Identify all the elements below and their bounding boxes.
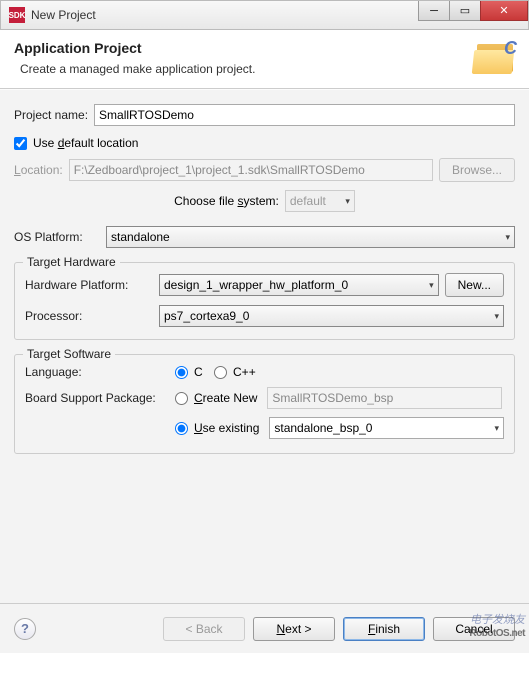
hardware-platform-label: Hardware Platform: <box>25 278 159 292</box>
target-software-legend: Target Software <box>23 347 115 361</box>
location-label: Location: <box>14 163 63 177</box>
choose-filesystem-label: Choose file system: <box>174 194 279 208</box>
language-cpp-label: C++ <box>233 365 256 379</box>
next-button[interactable]: Next > <box>253 617 335 641</box>
language-cpp-radio[interactable] <box>214 366 227 379</box>
hardware-platform-dropdown[interactable]: design_1_wrapper_hw_platform_0▾ <box>159 274 439 296</box>
location-input <box>69 159 433 181</box>
target-hardware-legend: Target Hardware <box>23 255 120 269</box>
wizard-button-bar: ? < Back Next > Finish Cancel <box>0 603 529 653</box>
bsp-use-existing-dropdown[interactable]: standalone_bsp_0▾ <box>269 417 504 439</box>
close-button[interactable]: ✕ <box>480 1 528 21</box>
window-titlebar: SDK New Project ─ ▭ ✕ <box>0 0 529 30</box>
minimize-button[interactable]: ─ <box>418 1 450 21</box>
use-default-location-checkbox[interactable] <box>14 137 27 150</box>
browse-button: Browse... <box>439 158 515 182</box>
processor-dropdown[interactable]: ps7_cortexa9_0▾ <box>159 305 504 327</box>
project-name-label: Project name: <box>14 108 88 122</box>
processor-label: Processor: <box>25 309 159 323</box>
wizard-banner: Application Project Create a managed mak… <box>0 30 529 89</box>
bsp-label: Board Support Package: <box>25 391 175 405</box>
bsp-create-new-radio[interactable] <box>175 392 188 405</box>
language-label: Language: <box>25 365 175 379</box>
new-hw-platform-button[interactable]: New... <box>445 273 504 297</box>
window-title: New Project <box>31 8 419 22</box>
banner-subtitle: Create a managed make application projec… <box>20 62 255 76</box>
maximize-button[interactable]: ▭ <box>449 1 481 21</box>
bsp-use-existing-radio[interactable] <box>175 422 188 435</box>
project-name-input[interactable] <box>94 104 515 126</box>
target-software-group: Target Software Language: C C++ Board Su… <box>14 354 515 454</box>
bsp-use-existing-label: Use existing <box>194 421 259 435</box>
folder-c-icon: C <box>471 38 517 78</box>
back-button: < Back <box>163 617 245 641</box>
bsp-create-new-label: Create New <box>194 391 257 405</box>
app-icon: SDK <box>9 7 25 23</box>
help-icon[interactable]: ? <box>14 618 36 640</box>
os-platform-label: OS Platform: <box>14 230 100 244</box>
use-default-location-label: Use default location <box>33 136 138 150</box>
banner-title: Application Project <box>14 40 255 56</box>
finish-button[interactable]: Finish <box>343 617 425 641</box>
language-c-radio[interactable] <box>175 366 188 379</box>
os-platform-dropdown[interactable]: standalone▾ <box>106 226 515 248</box>
cancel-button[interactable]: Cancel <box>433 617 515 641</box>
language-c-label: C <box>194 365 203 379</box>
choose-filesystem-dropdown: default▾ <box>285 190 355 212</box>
target-hardware-group: Target Hardware Hardware Platform: desig… <box>14 262 515 340</box>
bsp-create-new-input <box>267 387 502 409</box>
